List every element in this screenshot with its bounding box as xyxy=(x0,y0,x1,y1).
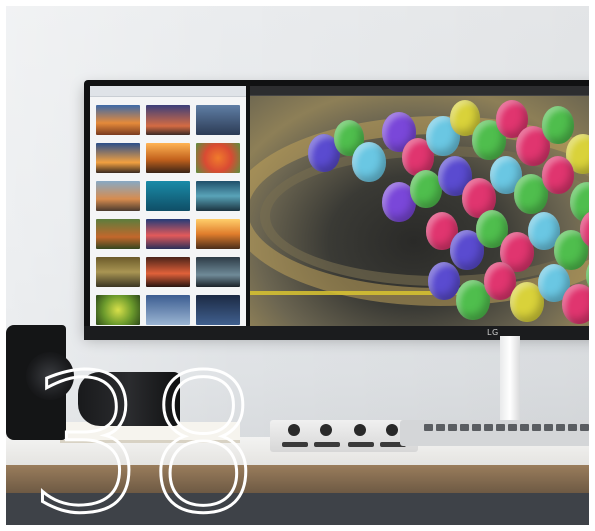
monitor-stand xyxy=(500,336,520,432)
thumbnail xyxy=(96,143,140,173)
thumbnail xyxy=(96,219,140,249)
thumbnail xyxy=(196,257,240,287)
editor-toolbar xyxy=(250,86,595,96)
thumbnail xyxy=(96,105,140,135)
balloon xyxy=(562,284,595,324)
thumbnail xyxy=(96,181,140,211)
thumbnail xyxy=(196,143,240,173)
thumbnail-grid xyxy=(90,97,246,326)
balloon xyxy=(542,106,574,144)
audio-mixer xyxy=(270,420,418,452)
mixer-fader xyxy=(348,442,374,447)
page-number: 38 xyxy=(27,334,266,531)
thumbnail xyxy=(196,181,240,211)
keyboard-key xyxy=(472,424,481,431)
thumbnail xyxy=(196,295,240,325)
balloon xyxy=(428,262,460,300)
keyboard xyxy=(400,420,595,446)
keyboard-key xyxy=(556,424,565,431)
thumbnail xyxy=(196,219,240,249)
keyboard-key xyxy=(424,424,433,431)
thumbnail xyxy=(196,105,240,135)
thumbnail xyxy=(146,257,190,287)
photo-editor-window xyxy=(250,86,595,326)
balloon xyxy=(542,156,574,194)
keyboard-key xyxy=(484,424,493,431)
balloon xyxy=(352,142,386,182)
mixer-knob xyxy=(288,424,300,436)
keyboard-key xyxy=(580,424,589,431)
thumbnail xyxy=(146,219,190,249)
keyboard-key xyxy=(568,424,577,431)
thumbnail xyxy=(96,257,140,287)
mixer-fader xyxy=(282,442,308,447)
thumbnail xyxy=(146,181,190,211)
lg-logo: LG xyxy=(487,328,499,337)
keyboard-key xyxy=(508,424,517,431)
thumbnail xyxy=(96,295,140,325)
keyboard-key xyxy=(496,424,505,431)
thumbnail xyxy=(146,295,190,325)
keyboard-key xyxy=(544,424,553,431)
thumbnail xyxy=(146,105,190,135)
mixer-knob xyxy=(386,424,398,436)
gallery-title-bar xyxy=(90,86,246,97)
product-photo-scene: LG 38 xyxy=(0,0,595,531)
keyboard-key xyxy=(520,424,529,431)
keyboard-key xyxy=(436,424,445,431)
mixer-knob xyxy=(320,424,332,436)
photo-gallery-window xyxy=(90,86,246,326)
thumbnail xyxy=(146,143,190,173)
keyboard-key xyxy=(448,424,457,431)
mixer-knob xyxy=(354,424,366,436)
mixer-fader xyxy=(314,442,340,447)
keyboard-key xyxy=(532,424,541,431)
keyboard-key xyxy=(460,424,469,431)
